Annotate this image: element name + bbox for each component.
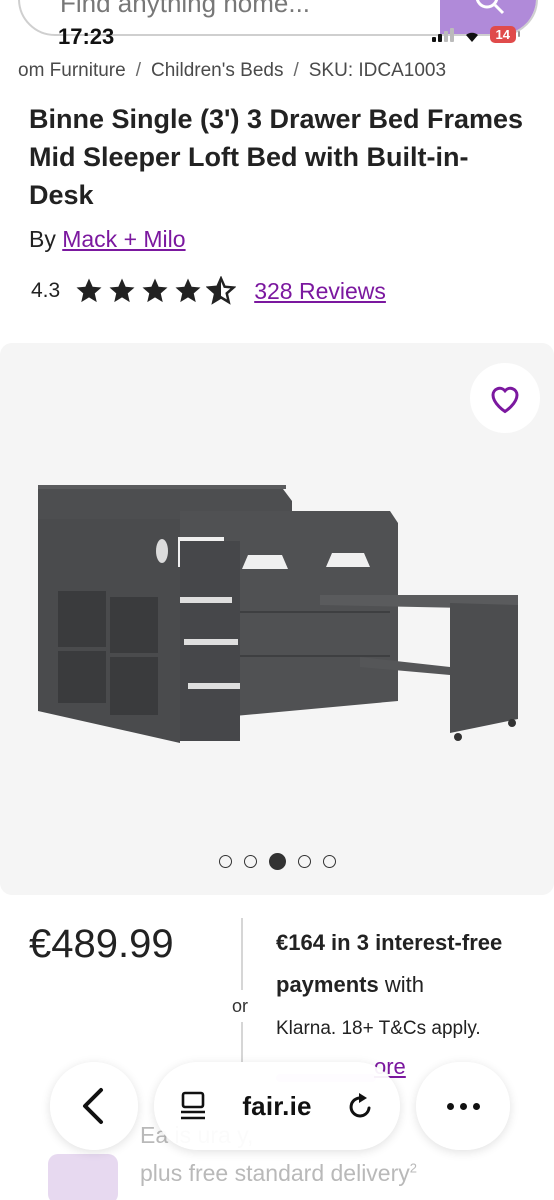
rating-value: 4.3 — [31, 279, 61, 302]
price-divider — [241, 1022, 243, 1062]
more-button[interactable] — [416, 1062, 510, 1150]
price: €489.99 — [29, 922, 174, 966]
chevron-left-icon — [83, 1088, 103, 1124]
product-image-carousel[interactable] — [0, 343, 554, 895]
carousel-dots — [0, 853, 554, 870]
star-icon — [76, 278, 102, 303]
breadcrumb: om Furniture / Children's Beds / SKU: ID… — [18, 60, 446, 82]
signal-icon — [431, 27, 454, 42]
reload-icon[interactable] — [346, 1090, 376, 1122]
product-title: Binne Single (3') 3 Drawer Bed Frames Mi… — [29, 104, 524, 210]
brand-line: By Mack + Milo — [29, 226, 186, 253]
breadcrumb-separator: / — [293, 60, 299, 81]
carousel-dot[interactable] — [297, 855, 311, 868]
search-icon — [475, 0, 505, 15]
carousel-dot[interactable] — [322, 855, 336, 868]
wishlist-button[interactable] — [470, 363, 540, 433]
breadcrumb-separator: / — [135, 60, 141, 81]
more-icon — [446, 1102, 454, 1110]
delivery-icon — [48, 1154, 118, 1200]
reader-icon — [181, 1091, 205, 1120]
klarna-with: with — [384, 972, 424, 997]
product-image — [38, 485, 518, 743]
more-icon — [459, 1102, 467, 1110]
breadcrumb-item[interactable]: Children's Beds — [151, 60, 283, 82]
star-icon — [142, 278, 168, 303]
delivery-line: plus free standard delivery2 — [140, 1160, 417, 1187]
more-icon — [472, 1102, 480, 1110]
carousel-dot[interactable] — [243, 855, 257, 868]
rating-row: 4.3 328 Reviews — [31, 276, 386, 306]
or-label: or — [232, 996, 249, 1016]
heart-icon — [491, 386, 519, 414]
footnote-marker: 2 — [409, 1160, 417, 1176]
carousel-dot[interactable] — [218, 855, 232, 868]
breadcrumb-item[interactable]: om Furniture — [18, 60, 126, 82]
klarna-offer: €164 in 3 interest-free payments with Kl… — [276, 922, 526, 1050]
address-bar[interactable]: fair.ie — [154, 1062, 400, 1150]
back-button[interactable] — [50, 1062, 138, 1150]
battery-icon: 14 — [489, 26, 521, 43]
brand-prefix: By — [29, 226, 56, 252]
klarna-terms: Klarna. 18+ T&Cs apply. — [276, 1018, 481, 1039]
brand-link[interactable]: Mack + Milo — [62, 226, 185, 252]
carousel-dot[interactable] — [268, 853, 286, 870]
status-icons: 14 — [431, 26, 521, 43]
url-text: fair.ie — [242, 1090, 312, 1121]
wifi-icon — [465, 32, 478, 42]
star-rating — [74, 276, 237, 306]
star-icon — [109, 278, 135, 303]
reviews-link[interactable]: 328 Reviews — [254, 278, 386, 305]
breadcrumb-sku: SKU: IDCA1003 — [308, 60, 447, 81]
star-half-icon — [206, 276, 237, 305]
status-time: 17:23 — [58, 24, 115, 49]
star-icon — [175, 278, 201, 303]
delivery-text: plus free standard delivery — [140, 1160, 410, 1186]
search-input[interactable]: Find anything home... — [60, 0, 310, 19]
price-divider — [241, 918, 243, 990]
